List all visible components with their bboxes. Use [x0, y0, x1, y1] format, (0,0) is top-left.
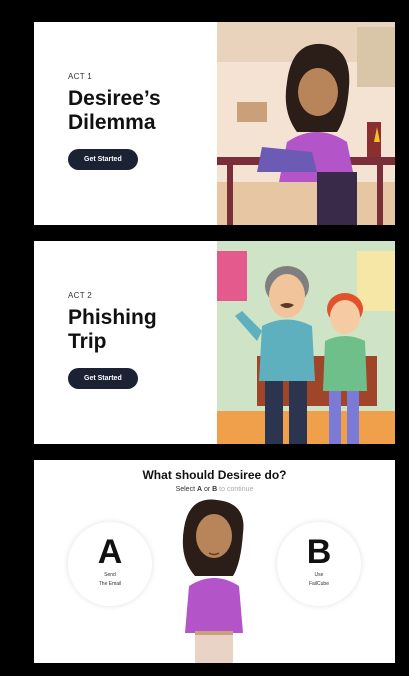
- choice-a-button[interactable]: A Send The Email: [68, 522, 152, 606]
- desiree-at-laptop-illustration: [217, 22, 395, 225]
- act-title-line-1: Desiree’s: [68, 87, 161, 110]
- act-1-card: ACT 1 Desiree’s Dilemma Get Started: [34, 22, 395, 225]
- act-1-text: ACT 1 Desiree’s Dilemma Get Started: [68, 72, 228, 170]
- act-label: ACT 2: [68, 291, 93, 300]
- desiree-standing-illustration: [182, 499, 244, 663]
- get-started-button[interactable]: Get Started: [68, 149, 138, 170]
- choice-b-letter: B: [306, 533, 332, 571]
- act-title-line-1: Phishing: [68, 306, 157, 329]
- choice-question: What should Desiree do?: [142, 468, 287, 482]
- choice-a-line-1: Send: [104, 572, 116, 578]
- choice-instructions: Select A or B to continue: [34, 486, 395, 493]
- instruction-suffix: to continue: [217, 486, 254, 493]
- get-started-button[interactable]: Get Started: [68, 368, 138, 389]
- choice-card: What should Desiree do? Select A or B to…: [34, 460, 395, 663]
- act-2-text: ACT 2 Phishing Trip Get Started: [68, 291, 228, 389]
- instruction-or: or: [202, 486, 213, 493]
- choice-a-letter: A: [97, 533, 123, 571]
- choice-b-button[interactable]: B Use FailCube: [277, 522, 361, 606]
- instruction-prefix: Select: [175, 486, 197, 493]
- choice-b-line-1: Use: [314, 572, 324, 578]
- act-2-card: ACT 2 Phishing Trip Get Started: [34, 241, 395, 444]
- choice-b-line-2: FailCube: [308, 581, 329, 587]
- act-label: ACT 1: [68, 72, 93, 81]
- choice-a-line-2: The Email: [98, 581, 122, 587]
- act-title-line-2: Dilemma: [68, 111, 156, 134]
- father-and-son-illustration: [217, 241, 395, 444]
- act-title-line-2: Trip: [68, 330, 107, 353]
